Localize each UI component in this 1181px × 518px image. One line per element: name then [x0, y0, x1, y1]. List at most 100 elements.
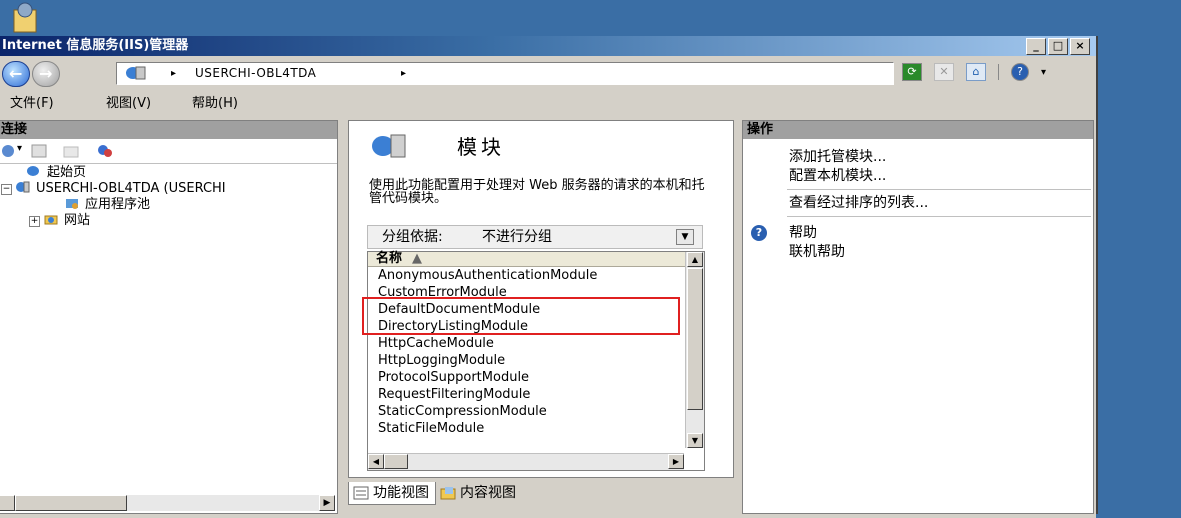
connections-toolbar: ▾: [0, 141, 337, 164]
stop-icon[interactable]: ✕: [934, 63, 954, 81]
action-view-ordered-list[interactable]: 查看经过排序的列表...: [789, 195, 928, 212]
content-view-icon: [440, 487, 456, 500]
group-by-row: 分组依据: 不进行分组 ▼: [367, 225, 703, 249]
sites-folder-icon: [44, 215, 58, 225]
action-add-managed-module[interactable]: 添加托管模块...: [789, 149, 886, 166]
desktop-icon[interactable]: [6, 0, 44, 34]
action-configure-native-modules[interactable]: 配置本机模块...: [789, 168, 886, 185]
server-icon: [126, 66, 146, 80]
page-title: 模块: [457, 135, 505, 159]
expand-icon[interactable]: +: [29, 216, 40, 227]
scroll-up-button[interactable]: ▲: [687, 252, 703, 267]
modules-pane: 模块 使用此功能配置用于处理对 Web 服务器的请求的本机和托管代码模块。 分组…: [348, 120, 734, 514]
up-level-icon[interactable]: [63, 144, 79, 158]
tree-item-label: 网站: [64, 213, 91, 228]
group-by-label: 分组依据:: [382, 229, 443, 245]
minimize-button[interactable]: _: [1026, 38, 1046, 55]
list-item[interactable]: AnonymousAuthenticationModule: [378, 268, 597, 284]
actions-divider: [787, 189, 1091, 190]
modules-icon: [372, 134, 406, 158]
tab-label: 功能视图: [373, 485, 429, 501]
tree-item-label: 应用程序池: [85, 197, 151, 212]
address-server[interactable]: USERCHI-OBL4TDA: [195, 63, 316, 84]
tab-content-view[interactable]: 内容视图: [436, 482, 522, 504]
scroll-left-button[interactable]: [0, 495, 15, 511]
collapse-icon[interactable]: −: [1, 184, 12, 195]
tab-label: 内容视图: [460, 485, 516, 501]
action-help[interactable]: 帮助: [789, 225, 817, 242]
list-item[interactable]: HttpLoggingModule: [378, 353, 505, 369]
list-item[interactable]: HttpCacheModule: [378, 336, 494, 352]
start-page-icon: [27, 166, 39, 176]
view-tabs: 功能视图 内容视图: [348, 482, 522, 506]
connections-pane: 连接 ▾ 起始页 − USERCHI-OBL4TDA (USERCHI 应用程序池…: [0, 120, 338, 514]
actions-divider: [787, 216, 1091, 217]
forward-arrow-icon: →: [39, 64, 53, 83]
status-bar: [0, 514, 1096, 518]
address-bar: ← → ▸ USERCHI-OBL4TDA ▸ ⟳ ✕ ⌂ ? ▾: [0, 57, 1096, 89]
list-item[interactable]: CustomErrorModule: [378, 285, 507, 301]
actions-header: 操作: [743, 121, 1093, 139]
title-bar: Internet 信息服务(IIS)管理器 _ □ ×: [0, 36, 1096, 56]
help-icon: ?: [751, 225, 767, 241]
scroll-thumb[interactable]: [15, 495, 127, 511]
list-item[interactable]: DirectoryListingModule: [378, 319, 528, 335]
help-icon[interactable]: ?: [1011, 63, 1029, 81]
action-online-help[interactable]: 联机帮助: [789, 244, 845, 261]
actions-pane: 操作 添加托管模块... 配置本机模块... 查看经过排序的列表... ? 帮助…: [742, 120, 1094, 514]
connections-header: 连接: [0, 121, 337, 139]
close-button[interactable]: ×: [1070, 38, 1090, 55]
chevron-down-icon[interactable]: ▼: [676, 229, 694, 245]
menu-help[interactable]: 帮助(H): [192, 93, 238, 115]
path-separator-icon[interactable]: ▸: [171, 63, 176, 84]
address-box[interactable]: ▸ USERCHI-OBL4TDA ▸: [116, 62, 894, 85]
app-pool-icon: [66, 199, 78, 209]
modules-vscrollbar[interactable]: ▲ ▼: [685, 252, 704, 448]
connect-icon[interactable]: [1, 144, 17, 158]
column-header-label: 名称: [376, 251, 403, 266]
toolbar-divider: [998, 64, 999, 80]
list-item[interactable]: StaticCompressionModule: [378, 404, 547, 420]
back-button[interactable]: ←: [2, 61, 30, 87]
iis-manager-window: Internet 信息服务(IIS)管理器 _ □ × ← → ▸ USERCH…: [0, 36, 1098, 518]
back-arrow-icon: ←: [9, 64, 23, 83]
scroll-thumb[interactable]: [687, 268, 703, 410]
connect-dropdown-icon[interactable]: ▾: [17, 143, 22, 154]
group-by-select[interactable]: 不进行分组: [482, 226, 552, 248]
scroll-down-button[interactable]: ▼: [687, 433, 703, 448]
connections-icon[interactable]: [97, 144, 113, 158]
tree-item-label: 起始页: [47, 165, 87, 180]
column-header-name[interactable]: 名称 ▲: [368, 252, 686, 267]
window-title: Internet 信息服务(IIS)管理器: [2, 38, 189, 53]
list-item[interactable]: StaticFileModule: [378, 421, 484, 437]
scroll-right-button[interactable]: ▶: [319, 495, 335, 511]
modules-list: 名称 ▲ AnonymousAuthenticationModule Custom…: [367, 251, 705, 471]
refresh-icon[interactable]: ⟳: [902, 63, 922, 81]
help-dropdown-icon[interactable]: ▾: [1041, 67, 1046, 78]
menu-file[interactable]: 文件(F): [10, 93, 54, 115]
modules-hscrollbar[interactable]: ◀ ▶: [368, 453, 684, 470]
scroll-left-button[interactable]: ◀: [368, 454, 384, 469]
home-icon[interactable]: ⌂: [966, 63, 986, 81]
modules-content: 模块 使用此功能配置用于处理对 Web 服务器的请求的本机和托管代码模块。 分组…: [348, 120, 734, 478]
save-icon[interactable]: [31, 144, 47, 158]
tree-item-server[interactable]: − USERCHI-OBL4TDA (USERCHI: [1, 181, 226, 197]
menu-view[interactable]: 视图(V): [106, 93, 151, 115]
features-view-icon: [353, 486, 369, 500]
scroll-right-button[interactable]: ▶: [668, 454, 684, 469]
tree-item-sites[interactable]: + 网站: [29, 213, 90, 229]
scroll-thumb[interactable]: [384, 454, 408, 469]
page-description: 使用此功能配置用于处理对 Web 服务器的请求的本机和托管代码模块。: [369, 178, 705, 206]
tree-item-app-pools[interactable]: 应用程序池: [65, 197, 150, 213]
list-item[interactable]: ProtocolSupportModule: [378, 370, 529, 386]
forward-button[interactable]: →: [32, 61, 60, 87]
server-icon: [16, 181, 30, 193]
path-separator-icon[interactable]: ▸: [401, 63, 406, 84]
tree-item-start-page[interactable]: 起始页: [27, 165, 86, 181]
list-item[interactable]: RequestFilteringModule: [378, 387, 530, 403]
maximize-button[interactable]: □: [1048, 38, 1068, 55]
connections-hscrollbar[interactable]: ▶: [0, 495, 335, 511]
tree-item-label: USERCHI-OBL4TDA (USERCHI: [36, 181, 226, 196]
list-item[interactable]: DefaultDocumentModule: [378, 302, 540, 318]
tab-features-view[interactable]: 功能视图: [348, 482, 436, 505]
